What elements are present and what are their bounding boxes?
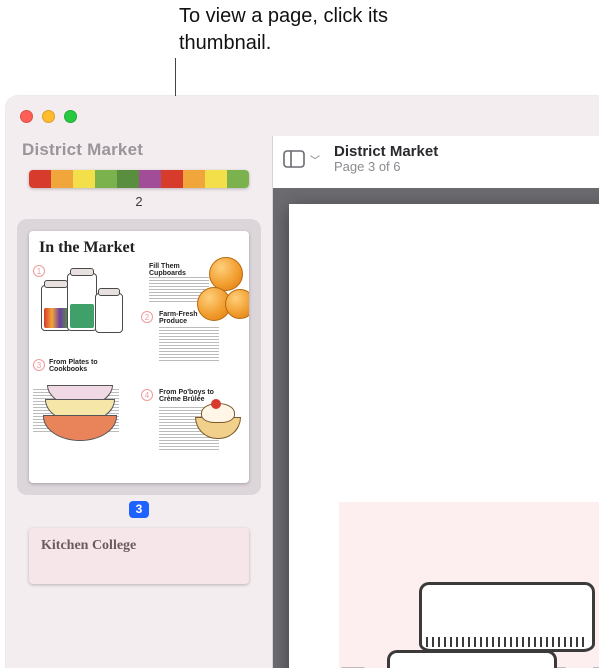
thumb3-art: 1 2 3 4 Fill Them Cupboards Farm-Fresh P… <box>29 259 249 473</box>
page-indicator: Page 3 of 6 <box>334 160 438 175</box>
jar-lids-illustration <box>359 564 599 668</box>
thumb3-h3: From Plates to Cookbooks <box>49 359 109 374</box>
thumbnail-art <box>29 170 249 188</box>
window-close-button[interactable] <box>20 110 33 123</box>
thumb3-badge-3: 3 <box>33 359 45 371</box>
callout-text: To view a page, click its thumbnail. <box>179 3 439 57</box>
orange-icon <box>209 257 243 291</box>
page-thumbnail-3[interactable]: In the Market 1 2 3 4 Fill Them Cupboard… <box>29 231 249 483</box>
sidebar-icon <box>283 150 305 168</box>
toolbar: ﹀ District Market Page 3 of 6 <box>273 136 599 188</box>
thumb3-title: In the Market <box>29 231 249 259</box>
thumb3-para <box>159 327 219 361</box>
thumbnail-selection: In the Market 1 2 3 4 Fill Them Cupboard… <box>17 219 261 495</box>
page-number-2: 2 <box>135 194 142 209</box>
window-zoom-button[interactable] <box>64 110 77 123</box>
page-thumbnail-4[interactable]: Kitchen College <box>29 528 249 584</box>
sidebar-toggle-button[interactable]: ﹀ <box>283 150 320 168</box>
main-pane: ﹀ District Market Page 3 of 6 In the Mar… <box>273 136 599 668</box>
app-window: District Market 2 In the Market 1 2 3 4 <box>6 96 599 668</box>
document-title[interactable]: District Market <box>334 143 438 160</box>
thumbnails-sidebar: District Market 2 In the Market 1 2 3 4 <box>6 136 273 668</box>
window-minimize-button[interactable] <box>42 110 55 123</box>
sidebar-doc-title: District Market <box>18 136 260 170</box>
page-viewport[interactable]: In the Market 1 <box>273 188 599 668</box>
page-number-3-current: 3 <box>129 501 150 518</box>
page-thumbnail-2[interactable] <box>29 170 249 188</box>
thumb3-badge-2: 2 <box>141 311 153 323</box>
chevron-down-icon: ﹀ <box>310 152 320 167</box>
jars-icon <box>41 265 131 345</box>
thumb4-title: Kitchen College <box>29 528 249 558</box>
thumb3-h1: Fill Them Cupboards <box>149 263 209 278</box>
tart-icon <box>189 399 247 443</box>
orange-icon <box>225 289 249 319</box>
document-page: In the Market 1 <box>289 204 599 668</box>
thumb3-badge-4: 4 <box>141 389 153 401</box>
window-titlebar <box>6 96 599 136</box>
bowls-icon <box>37 385 123 449</box>
